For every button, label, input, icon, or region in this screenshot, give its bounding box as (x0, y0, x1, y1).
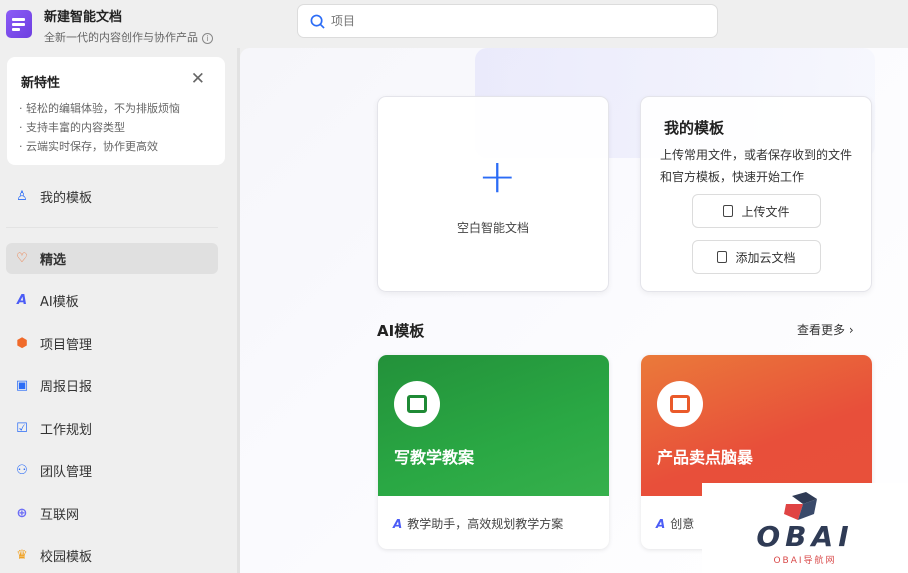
watermark-text: OBAI (756, 520, 854, 553)
watermark-logo: OBAI OBAI导航网 (702, 483, 908, 573)
sidebar-item-label: 工作规划 (40, 423, 93, 438)
ai-icon: A (656, 516, 666, 531)
template-title: 写教学教案 (394, 448, 475, 467)
user-icon: ♙ (16, 189, 28, 204)
sidebar-item-label: AI模板 (40, 295, 79, 310)
template-title: 产品卖点脑暴 (657, 448, 754, 467)
add-cloud-doc-label: 添加云文档 (735, 250, 796, 265)
template-card-banner: 产品卖点脑暴 (641, 355, 872, 496)
diamond-icon: ♡ (16, 251, 28, 266)
graduation-cap-icon: ♛ (16, 548, 28, 563)
feature-item: · 云端实时保存，协作更高效 (19, 140, 158, 153)
blank-doc-label: 空白智能文档 (456, 221, 529, 235)
lesson-plan-icon (394, 381, 440, 427)
watermark-subtext: OBAI导航网 (773, 556, 837, 566)
sidebar-item-internet[interactable]: ⊕ 互联网 (6, 498, 218, 529)
cube-icon: ⬢ (16, 336, 28, 351)
chevron-right-icon: › (848, 323, 854, 337)
calendar-icon: ▣ (15, 378, 29, 393)
app-subtitle-text: 全新一代的内容创作与协作产品 (44, 31, 198, 44)
divider (6, 227, 218, 228)
sidebar-item-my-templates[interactable]: ♙ 我的模板 (6, 181, 218, 212)
clipboard-icon: ☑ (16, 421, 28, 436)
sidebar-item-label: 我的模板 (40, 191, 93, 206)
ai-icon: A (16, 293, 28, 308)
feature-item: · 支持丰富的内容类型 (19, 121, 125, 134)
search-input[interactable] (331, 14, 691, 28)
sidebar-item-label: 互联网 (40, 508, 80, 523)
see-more-label: 查看更多 (797, 323, 846, 337)
plus-icon: + (478, 149, 517, 203)
sidebar-item-featured[interactable]: ♡ 精选 (6, 243, 218, 274)
add-cloud-doc-button[interactable]: 添加云文档 (692, 240, 821, 274)
feature-title: 新特性 (21, 76, 61, 91)
sidebar-item-campus[interactable]: ♛ 校园模板 (6, 540, 218, 571)
sidebar-item-ai-templates[interactable]: A AI模板 (6, 285, 218, 316)
upload-file-label: 上传文件 (741, 204, 790, 219)
sidebar-item-label: 项目管理 (40, 338, 93, 353)
my-templates-desc: 上传常用文件，或者保存收到的文件和官方模板，快速开始工作 (660, 148, 853, 184)
app-logo-icon (6, 10, 32, 38)
app-title: 新建智能文档 (44, 10, 123, 25)
search-box[interactable] (297, 4, 718, 38)
upload-file-button[interactable]: 上传文件 (692, 194, 821, 228)
cube-logo-icon (784, 492, 817, 520)
sidebar-item-reports[interactable]: ▣ 周报日报 (6, 370, 218, 401)
sidebar-item-team-management[interactable]: ⚇ 团队管理 (6, 455, 218, 486)
sidebar: 新建智能文档 全新一代的内容创作与协作产品 i 新特性 ✕ · 轻松的编辑体验，不… (0, 0, 237, 573)
template-desc: 创意 (670, 517, 695, 531)
template-desc: 教学助手，高效规划教学方案 (407, 517, 564, 531)
feature-item: · 轻松的编辑体验，不为排版烦恼 (19, 102, 180, 115)
close-icon[interactable]: ✕ (191, 69, 205, 89)
shop-icon (657, 381, 703, 427)
feature-panel: 新特性 ✕ · 轻松的编辑体验，不为排版烦恼 · 支持丰富的内容类型 · 云端实… (7, 57, 225, 165)
cloud-doc-icon (717, 251, 728, 263)
sidebar-item-work-planning[interactable]: ☑ 工作规划 (6, 413, 218, 444)
my-templates-card: 我的模板 上传常用文件，或者保存收到的文件和官方模板，快速开始工作 上传文件 添… (640, 96, 872, 292)
ai-icon: A (393, 516, 403, 531)
template-card-banner: 写教学教案 (378, 355, 609, 496)
globe-icon: ⊕ (16, 506, 28, 521)
app-subtitle: 全新一代的内容创作与协作产品 i (44, 29, 213, 45)
sidebar-item-project-management[interactable]: ⬢ 项目管理 (6, 328, 218, 359)
file-icon (723, 205, 734, 217)
sidebar-item-label: 精选 (40, 253, 67, 268)
sidebar-item-label: 校园模板 (40, 550, 93, 565)
info-icon[interactable]: i (202, 32, 213, 44)
blank-doc-card[interactable]: + 空白智能文档 (377, 96, 609, 292)
see-more-link[interactable]: 查看更多 › (797, 321, 854, 338)
sidebar-item-label: 周报日报 (40, 380, 93, 395)
search-icon (310, 14, 325, 29)
template-card[interactable]: 写教学教案 A 教学助手，高效规划教学方案 (378, 355, 609, 549)
my-templates-title: 我的模板 (664, 119, 725, 137)
team-icon: ⚇ (16, 463, 28, 478)
sidebar-item-label: 团队管理 (40, 465, 93, 480)
ai-section-title: AI模板 (377, 322, 425, 340)
